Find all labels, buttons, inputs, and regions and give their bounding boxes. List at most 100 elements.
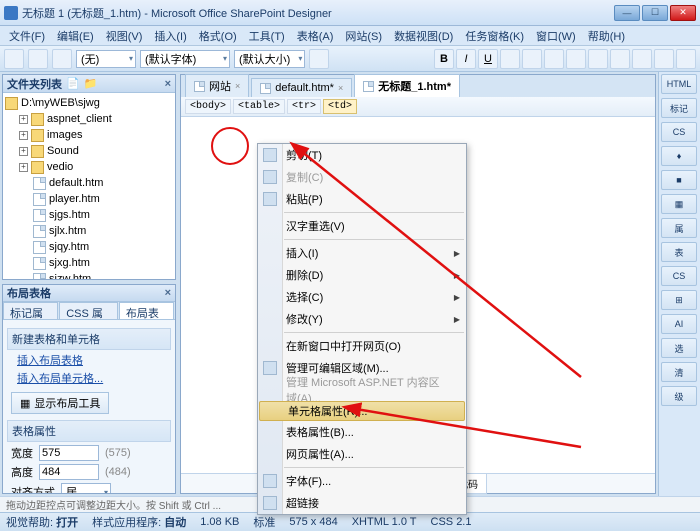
size-select[interactable]: (默认大小) bbox=[234, 50, 305, 68]
context-menu-item[interactable]: 剪切(T) bbox=[258, 144, 466, 166]
toolbox-button[interactable]: 标记 bbox=[661, 98, 697, 118]
context-menu-item[interactable]: 选择(C)▶ bbox=[258, 286, 466, 308]
breadcrumb-tag[interactable]: <tr> bbox=[287, 99, 321, 114]
tree-item[interactable]: sjlx.htm bbox=[5, 223, 173, 239]
document-tab[interactable]: default.htm*× bbox=[251, 78, 352, 97]
menu-item[interactable]: 任务窗格(K) bbox=[460, 26, 529, 46]
toolbox-button[interactable]: CS bbox=[661, 266, 697, 286]
toolbox-button[interactable]: ■ bbox=[661, 170, 697, 190]
toolbox-button[interactable]: ⊞ bbox=[661, 290, 697, 310]
tree-item[interactable]: sjzw.htm bbox=[5, 271, 173, 279]
expand-icon[interactable]: + bbox=[19, 163, 28, 172]
tree-item[interactable]: +vedio bbox=[5, 159, 173, 175]
menu-item[interactable]: 编辑(E) bbox=[52, 26, 99, 46]
document-tab[interactable]: 网站× bbox=[185, 74, 249, 97]
breadcrumb-tag[interactable]: <body> bbox=[185, 99, 231, 114]
open-button[interactable] bbox=[28, 49, 48, 69]
menu-item[interactable]: 网站(S) bbox=[340, 26, 387, 46]
context-menu-item[interactable]: 网页属性(A)... bbox=[258, 443, 466, 465]
document-tab[interactable]: 无标题_1.htm* bbox=[354, 74, 460, 97]
list-button[interactable] bbox=[566, 49, 586, 69]
layout-tab[interactable]: 标记属性 bbox=[3, 302, 58, 319]
height-input[interactable] bbox=[39, 464, 99, 480]
show-layout-tools-button[interactable]: ▦显示布局工具 bbox=[11, 392, 109, 414]
align-select[interactable]: 居... bbox=[61, 483, 111, 494]
toolbox-button[interactable]: CS bbox=[661, 122, 697, 142]
tab-close-icon[interactable]: × bbox=[235, 81, 240, 91]
menu-item[interactable]: 窗口(W) bbox=[531, 26, 581, 46]
toolbox-button[interactable]: AI bbox=[661, 314, 697, 334]
style-select[interactable]: (无) bbox=[76, 50, 136, 68]
align-center-button[interactable] bbox=[522, 49, 542, 69]
underline-button[interactable]: U bbox=[478, 49, 498, 69]
tree-item[interactable]: player.htm bbox=[5, 191, 173, 207]
context-menu-item[interactable]: 字体(F)... bbox=[258, 470, 466, 492]
indent-button[interactable] bbox=[588, 49, 608, 69]
breadcrumb-tag[interactable]: <table> bbox=[233, 99, 285, 114]
maximize-button[interactable]: ☐ bbox=[642, 5, 668, 21]
folder-tree[interactable]: D:\myWEB\sjwg+aspnet_client+images+Sound… bbox=[3, 93, 175, 279]
design-canvas[interactable]: 剪切(T)复制(C)粘贴(P)汉字重选(V)插入(I)▶删除(D)▶选择(C)▶… bbox=[181, 117, 655, 473]
menu-item[interactable]: 工具(T) bbox=[244, 26, 290, 46]
toolbox-button[interactable]: 级 bbox=[661, 386, 697, 406]
menu-item[interactable]: 视图(V) bbox=[101, 26, 148, 46]
decrease-button[interactable] bbox=[654, 49, 674, 69]
increase-button[interactable] bbox=[676, 49, 696, 69]
layout-panel-close[interactable]: × bbox=[165, 287, 171, 299]
outdent-button[interactable] bbox=[610, 49, 630, 69]
toolbox-button[interactable]: ▦ bbox=[661, 194, 697, 214]
minimize-button[interactable]: — bbox=[614, 5, 640, 21]
menu-item[interactable]: 数据视图(D) bbox=[389, 26, 458, 46]
border-button[interactable] bbox=[632, 49, 652, 69]
tree-root[interactable]: D:\myWEB\sjwg bbox=[5, 95, 173, 111]
tree-item[interactable]: default.htm bbox=[5, 175, 173, 191]
context-menu-item[interactable]: 单元格属性(R)... bbox=[259, 401, 465, 421]
toolbox-button[interactable]: 表 bbox=[661, 242, 697, 262]
context-menu-item[interactable]: 表格属性(B)... bbox=[258, 421, 466, 443]
expand-icon[interactable]: + bbox=[19, 147, 28, 156]
folder-panel-close[interactable]: × bbox=[165, 78, 171, 90]
menu-item[interactable]: 文件(F) bbox=[4, 26, 50, 46]
menu-item[interactable]: 插入(I) bbox=[149, 26, 191, 46]
tree-item[interactable]: sjqy.htm bbox=[5, 239, 173, 255]
align-left-button[interactable] bbox=[500, 49, 520, 69]
tree-item[interactable]: +Sound bbox=[5, 143, 173, 159]
menu-item[interactable]: 格式(O) bbox=[194, 26, 242, 46]
menu-item[interactable]: 表格(A) bbox=[292, 26, 339, 46]
context-menu-item[interactable]: 汉字重选(V) bbox=[258, 215, 466, 237]
tree-item[interactable]: sjgs.htm bbox=[5, 207, 173, 223]
expand-icon[interactable]: + bbox=[19, 131, 28, 140]
folder-panel-new[interactable]: 📁 bbox=[84, 77, 98, 90]
menu-item[interactable]: 帮助(H) bbox=[583, 26, 630, 46]
bold-button[interactable]: B bbox=[434, 49, 454, 69]
toolbox-button[interactable]: HTML bbox=[661, 74, 697, 94]
context-menu-item[interactable]: 修改(Y)▶ bbox=[258, 308, 466, 330]
tree-item[interactable]: +aspnet_client bbox=[5, 111, 173, 127]
breadcrumb-tag[interactable]: <td> bbox=[323, 99, 357, 114]
width-input[interactable] bbox=[39, 445, 99, 461]
new-button[interactable] bbox=[4, 49, 24, 69]
expand-icon[interactable]: + bbox=[19, 115, 28, 124]
save-button[interactable] bbox=[52, 49, 72, 69]
font-select[interactable]: (默认字体) bbox=[140, 50, 230, 68]
folder-panel-dropdown[interactable]: 📄 bbox=[66, 77, 80, 90]
insert-table-link[interactable]: 插入布局表格 bbox=[17, 352, 171, 368]
toolbox-button[interactable]: 选 bbox=[661, 338, 697, 358]
layout-tab[interactable]: 布局表格 bbox=[119, 302, 174, 319]
tree-item[interactable]: +images bbox=[5, 127, 173, 143]
context-menu-item[interactable]: 粘贴(P) bbox=[258, 188, 466, 210]
tree-item[interactable]: sjxg.htm bbox=[5, 255, 173, 271]
context-menu-item[interactable]: 在新窗口中打开网页(O) bbox=[258, 335, 466, 357]
context-menu-item[interactable]: 删除(D)▶ bbox=[258, 264, 466, 286]
italic-button[interactable]: I bbox=[456, 49, 476, 69]
toolbox-button[interactable]: 属 bbox=[661, 218, 697, 238]
context-menu-item[interactable]: 插入(I)▶ bbox=[258, 242, 466, 264]
align-right-button[interactable] bbox=[544, 49, 564, 69]
close-button[interactable]: ✕ bbox=[670, 5, 696, 21]
toolbox-button[interactable]: 清 bbox=[661, 362, 697, 382]
context-menu-item[interactable]: 超链接 bbox=[258, 492, 466, 514]
layout-tab[interactable]: CSS 属性 bbox=[59, 302, 118, 319]
zoom-button[interactable] bbox=[309, 49, 329, 69]
insert-cell-link[interactable]: 插入布局单元格... bbox=[17, 370, 171, 386]
toolbox-button[interactable]: ♦ bbox=[661, 146, 697, 166]
